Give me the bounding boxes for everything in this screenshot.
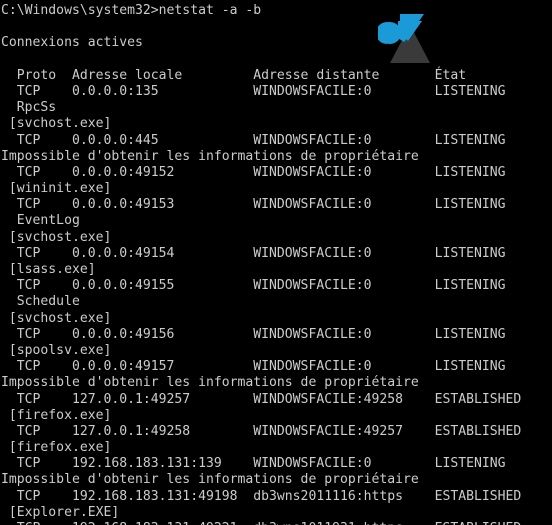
console-line: TCP 0.0.0.0:49152 WINDOWSFACILE:0 LISTEN… <box>1 164 506 180</box>
console-line: Impossible d'obtenir les informations de… <box>1 472 419 488</box>
console-line: EventLog <box>1 213 80 229</box>
console-line: TCP 0.0.0.0:135 WINDOWSFACILE:0 LISTENIN… <box>1 83 506 99</box>
console-line: TCP 0.0.0.0:445 WINDOWSFACILE:0 LISTENIN… <box>1 132 506 148</box>
console-line: [firefox.exe] <box>1 407 112 423</box>
console-line: TCP 0.0.0.0:49154 WINDOWSFACILE:0 LISTEN… <box>1 245 506 261</box>
console-line: Schedule <box>1 294 80 310</box>
console-line: TCP 192.168.183.131:49221 db3wns1011931:… <box>1 521 552 525</box>
console-line: [spoolsv.exe] <box>1 342 112 358</box>
console-line: TCP 0.0.0.0:49155 WINDOWSFACILE:0 LISTEN… <box>1 278 506 294</box>
console-line: [svchost.exe] <box>1 310 112 326</box>
console-line: RpcSs <box>1 100 57 116</box>
console-line: [lsass.exe] <box>1 262 96 277</box>
console-line: [firefox.exe] <box>1 440 112 456</box>
console-output-area[interactable]: C:\Windows\system32>netstat -a -b Connexi… <box>0 0 552 525</box>
console-line: Impossible d'obtenir les informations de… <box>1 375 419 391</box>
console-line: TCP 0.0.0.0:49153 WINDOWSFACILE:0 LISTEN… <box>1 197 506 213</box>
console-line: TCP 0.0.0.0:49157 WINDOWSFACILE:0 LISTEN… <box>1 359 506 375</box>
console-line: TCP 192.168.183.131:49198 db3wns2011116:… <box>1 488 522 504</box>
console-line: TCP 127.0.0.1:49258 WINDOWSFACILE:49257 … <box>1 423 522 439</box>
console-line: [wininit.exe] <box>1 181 112 197</box>
console-line: [svchost.exe] <box>1 116 112 132</box>
console-line: TCP 127.0.0.1:49257 WINDOWSFACILE:49258 … <box>1 391 522 407</box>
console-line: TCP 192.168.183.131:139 WINDOWSFACILE:0 … <box>1 456 506 472</box>
console-line: Connexions actives <box>1 35 143 51</box>
console-line: [svchost.exe] <box>1 229 112 245</box>
console-line: Proto Adresse locale Adresse distante Ét… <box>1 67 467 83</box>
console-line: Impossible d'obtenir les informations de… <box>1 148 419 164</box>
console-line: [Explorer.EXE] <box>1 504 120 520</box>
console-line: TCP 0.0.0.0:49156 WINDOWSFACILE:0 LISTEN… <box>1 326 506 342</box>
console-line: C:\Windows\system32>netstat -a -b <box>1 3 262 18</box>
